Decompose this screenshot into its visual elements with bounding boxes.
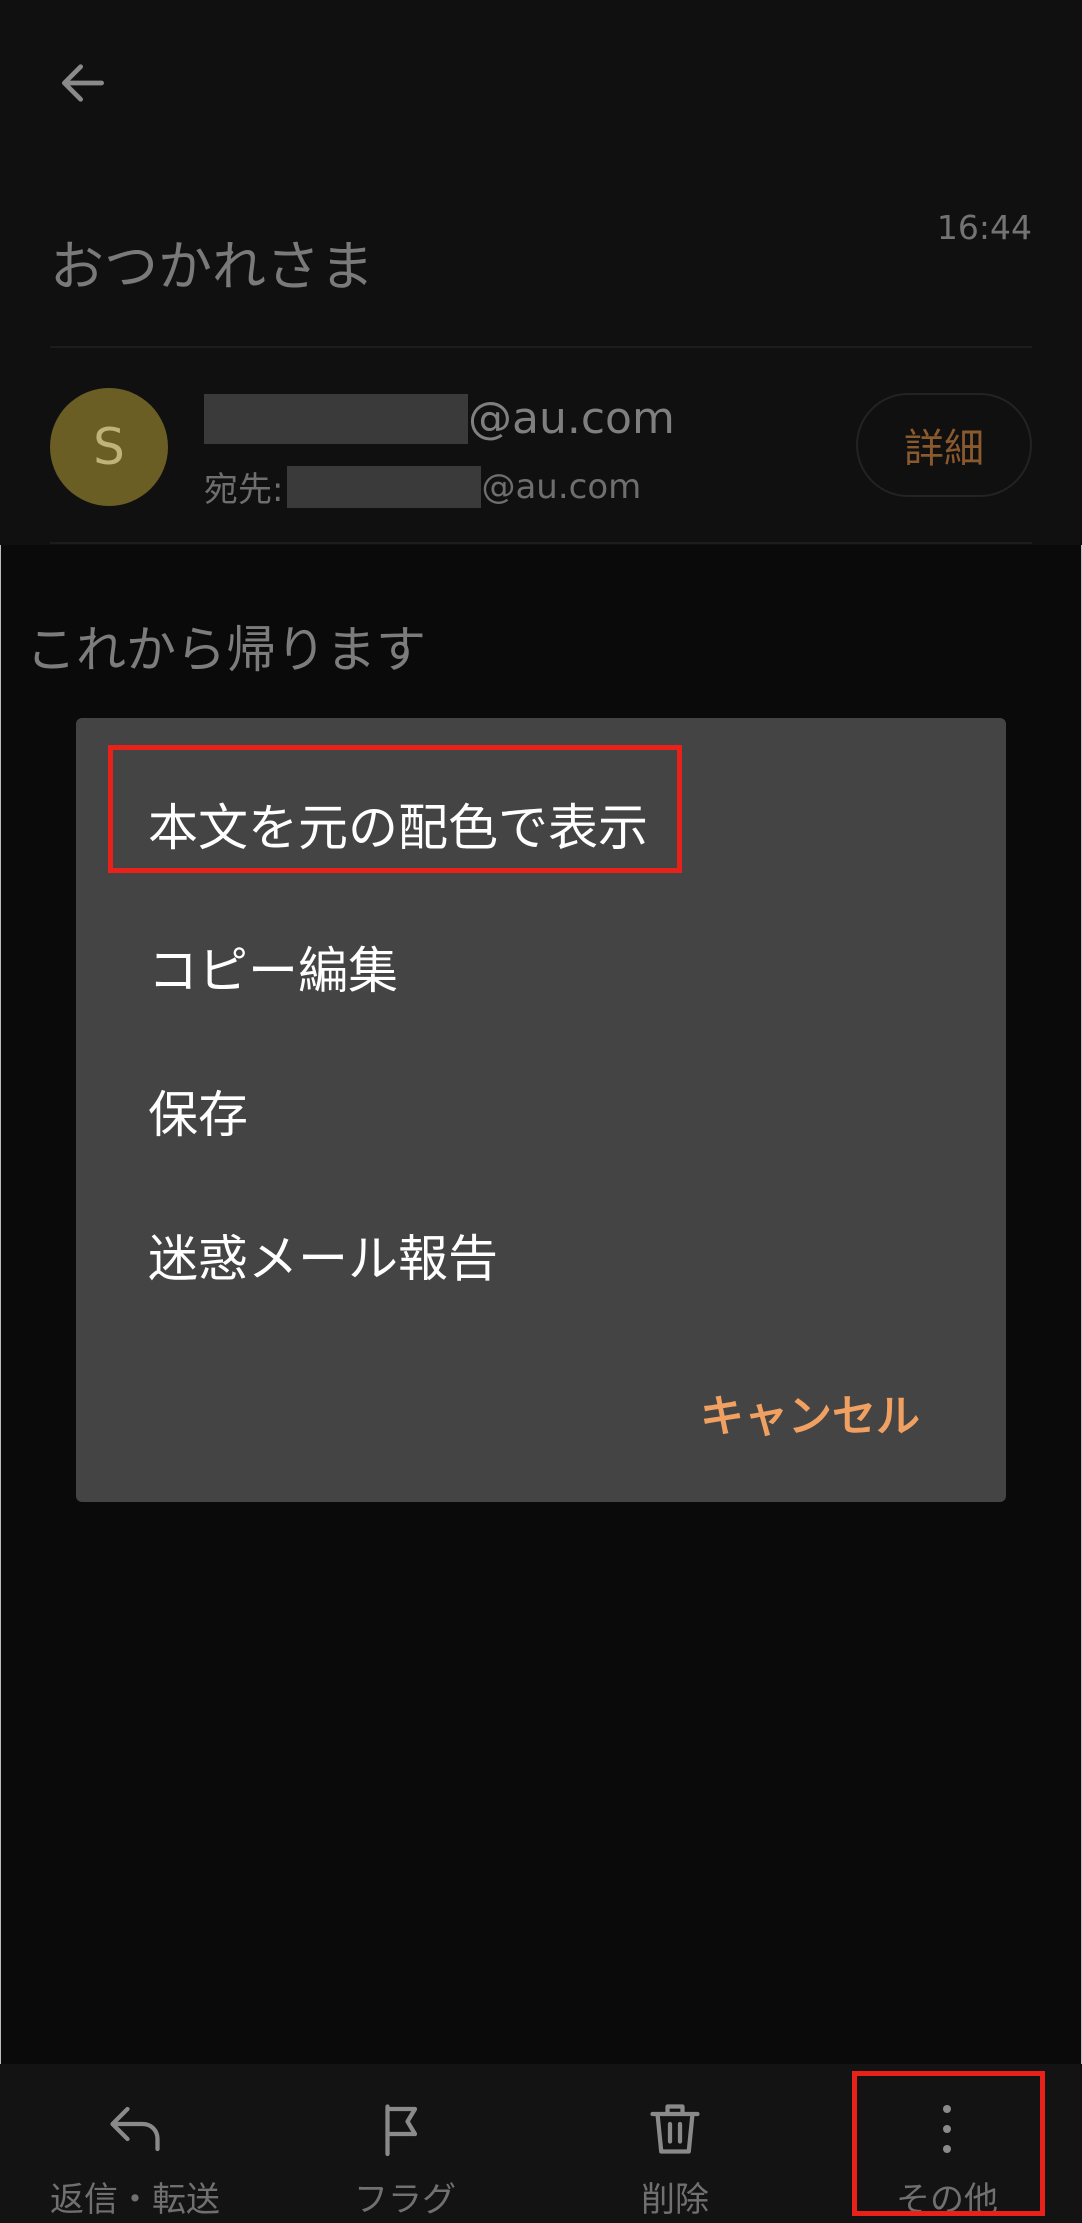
divider bbox=[50, 542, 1032, 544]
sender-address: @au.com bbox=[204, 393, 675, 444]
redacted-sender bbox=[204, 393, 468, 444]
divider bbox=[50, 346, 1032, 348]
to-prefix: 宛先: bbox=[204, 470, 284, 510]
reply-icon bbox=[110, 2106, 160, 2152]
sender-domain: @au.com bbox=[468, 393, 675, 444]
cancel-button[interactable]: キャンセル bbox=[700, 1380, 920, 1444]
detail-button[interactable]: 詳細 bbox=[856, 393, 1032, 497]
mail-body: これから帰ります bbox=[26, 621, 426, 679]
mail-subject: おつかれさま bbox=[50, 235, 374, 298]
tab-reply-forward[interactable]: 返信・転送 bbox=[0, 2064, 270, 2223]
mail-time: 16:44 bbox=[936, 208, 1032, 247]
highlight-box-more bbox=[852, 2071, 1045, 2216]
sender-avatar[interactable]: S bbox=[50, 388, 168, 506]
mail-header: おつかれさま 16:44 S @au.com 宛先: @au.com 詳細 bbox=[0, 0, 1082, 545]
menu-item-spam-report[interactable]: 迷惑メール報告 bbox=[148, 1219, 498, 1291]
tab-label: フラグ bbox=[354, 2180, 456, 2220]
recipient-address: 宛先: @au.com bbox=[204, 462, 641, 511]
tab-label: 削除 bbox=[641, 2180, 709, 2220]
avatar-letter: S bbox=[93, 418, 125, 476]
back-button[interactable] bbox=[50, 50, 116, 116]
menu-item-save[interactable]: 保存 bbox=[148, 1075, 248, 1147]
trash-icon bbox=[650, 2104, 700, 2154]
menu-item-copy-edit[interactable]: コピー編集 bbox=[148, 931, 398, 1003]
redacted-recipient bbox=[287, 465, 482, 508]
tab-flag[interactable]: フラグ bbox=[270, 2064, 540, 2223]
recipient-domain: @au.com bbox=[481, 466, 642, 507]
tab-label: 返信・転送 bbox=[50, 2180, 220, 2220]
flag-icon bbox=[385, 2104, 418, 2157]
tab-delete[interactable]: 削除 bbox=[540, 2064, 810, 2223]
highlight-box-original-colors bbox=[108, 745, 682, 873]
arrow-left-icon bbox=[61, 64, 104, 102]
